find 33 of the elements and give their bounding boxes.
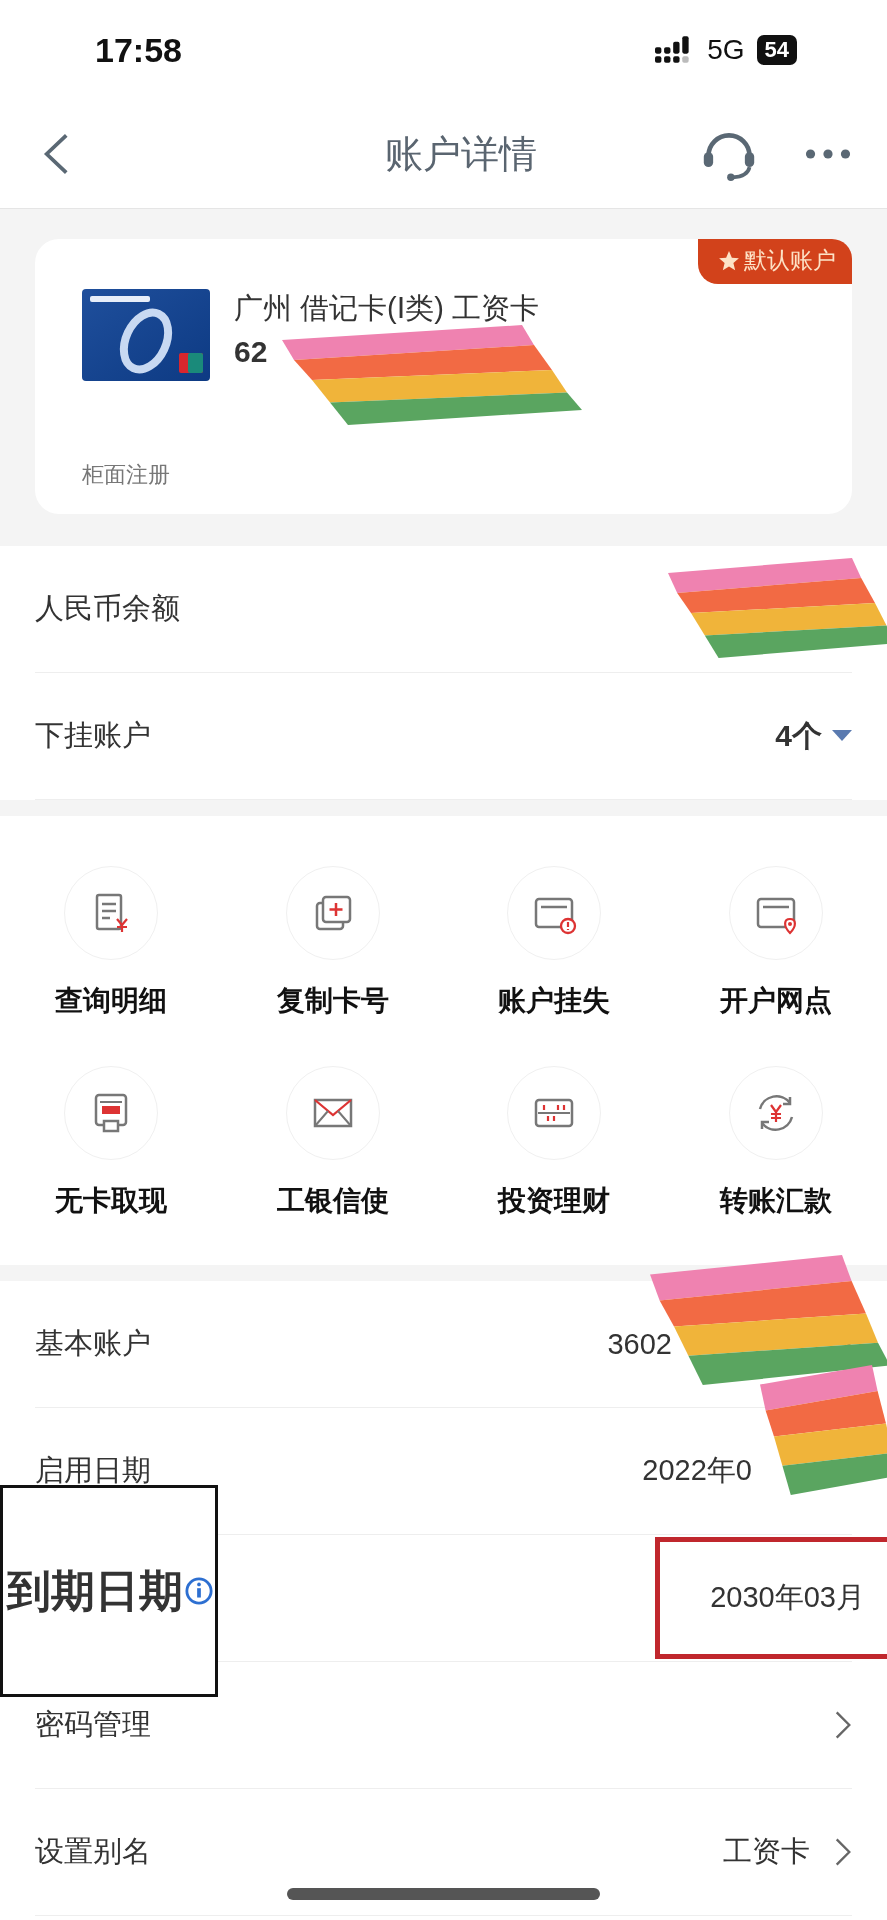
chevron-icon[interactable] — [834, 1709, 852, 1741]
action-label[interactable]: 复制卡号 — [276, 982, 389, 1020]
magnified-label: 到期日期 — [7, 1564, 183, 1617]
action-label[interactable]: 无卡取现 — [54, 1182, 167, 1220]
back-icon[interactable] — [42, 132, 70, 176]
detail-value: 2022年0 — [642, 1453, 752, 1488]
registration-channel: 柜面注册 — [82, 461, 171, 489]
detail-label: 基本账户 — [35, 1326, 151, 1361]
card-number: 62 — [234, 335, 269, 369]
balance-label: 人民币余额 — [35, 591, 180, 626]
battery-level: 54 — [756, 35, 797, 65]
detail-value: 2030年03月 — [655, 1537, 887, 1659]
detail-value: 3602 — [607, 1327, 672, 1361]
detail-value: 工资卡 — [723, 1834, 810, 1869]
detail-label: 设置别名 — [35, 1834, 151, 1869]
page-title: 账户详情 — [385, 131, 537, 177]
status-time: 17:58 — [95, 30, 182, 70]
action-label[interactable]: 工银信使 — [276, 1182, 389, 1220]
detail-label: 启用日期 — [35, 1453, 151, 1488]
action-label[interactable]: 开户网点 — [720, 982, 833, 1020]
card-name: 广州 借记卡(Ⅰ类) 工资卡 — [234, 291, 539, 326]
caret-icon[interactable] — [832, 730, 852, 742]
action-label[interactable]: 转账汇款 — [720, 1182, 833, 1220]
default-account-badge: 默认账户 — [698, 239, 852, 284]
action-label[interactable]: 账户挂失 — [498, 982, 611, 1020]
action-label[interactable]: 投资理财 — [498, 1182, 611, 1220]
detail-label: 密码管理 — [35, 1707, 151, 1742]
chevron-icon[interactable] — [834, 1836, 852, 1868]
action-label[interactable]: 查询明细 — [54, 982, 167, 1020]
account-card[interactable]: 默认账户 广州 借记卡(Ⅰ类) 工资卡 62 柜面注册 — [35, 239, 852, 514]
network-type: 5G — [707, 34, 745, 66]
more-icon[interactable] — [805, 148, 851, 160]
info-icon[interactable] — [185, 1577, 213, 1605]
